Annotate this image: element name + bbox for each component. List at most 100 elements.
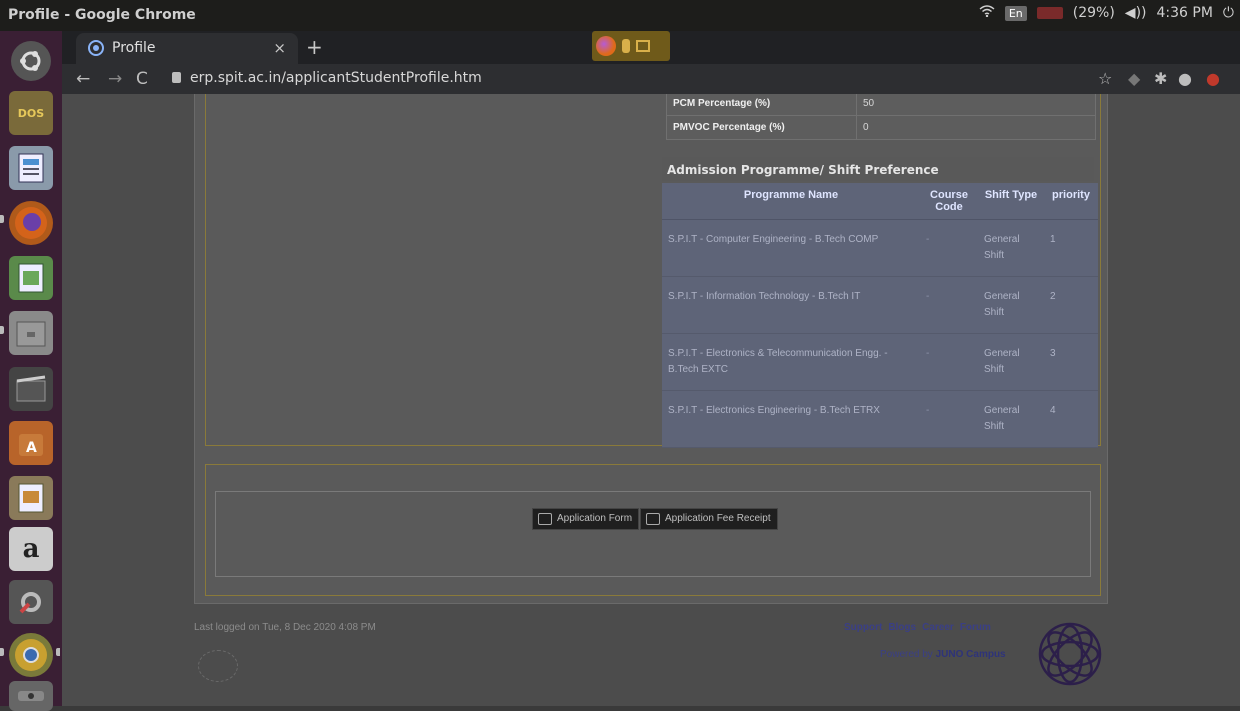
printer-icon — [538, 513, 552, 525]
extensions-puzzle-icon[interactable]: ✱ — [1154, 69, 1167, 88]
programme-preference-table: Programme Name Course Code Shift Type pr… — [662, 183, 1098, 448]
printer-icon — [646, 513, 660, 525]
battery-percentage: (29%) — [1072, 5, 1115, 21]
firefox-icon — [596, 36, 616, 56]
site-favicon-icon — [88, 40, 104, 56]
power-icon[interactable]: ⏻ — [1223, 5, 1234, 21]
programme-name: S.P.I.T - Electronics & Telecommunicatio… — [662, 333, 920, 391]
course-code: - — [920, 219, 978, 277]
course-code: - — [920, 333, 978, 391]
opera-extension-icon[interactable]: ● — [1206, 69, 1220, 88]
browser-tab-strip: Profile × + — [62, 31, 1240, 64]
window-share-icon[interactable] — [636, 40, 650, 52]
footer-links: Support Blogs Career Forum — [844, 622, 991, 633]
profile-avatar-icon[interactable]: ● — [1178, 69, 1192, 88]
drive-icon[interactable] — [9, 681, 53, 711]
microphone-icon[interactable] — [622, 39, 630, 53]
app-launcher: DOS A a — [0, 31, 62, 711]
presentation-icon[interactable] — [9, 476, 53, 520]
table-header-row: Programme Name Course Code Shift Type pr… — [662, 183, 1098, 220]
close-tab-icon[interactable]: × — [273, 39, 286, 57]
table-row: S.P.I.T - Information Technology - B.Tec… — [662, 276, 1098, 334]
marks-table: PCM Percentage (%) 50 PMVOC Percentage (… — [666, 94, 1096, 140]
column-header: Shift Type — [978, 183, 1044, 220]
bookmark-star-icon[interactable]: ☆ — [1098, 69, 1112, 88]
column-header: Programme Name — [662, 183, 920, 220]
firefox-icon[interactable] — [9, 201, 53, 245]
marks-value: 50 — [856, 94, 1096, 116]
system-tray: En (29%) ◀)) 4:36 PM ⏻ — [979, 5, 1234, 21]
shift-type: General Shift — [978, 219, 1044, 277]
last-logged-text: Last logged on Tue, 8 Dec 2020 4:08 PM — [194, 622, 376, 633]
ubuntu-dash-icon[interactable] — [11, 41, 51, 81]
table-row: S.P.I.T - Computer Engineering - B.Tech … — [662, 219, 1098, 277]
institute-logo — [198, 650, 238, 682]
priority: 1 — [1044, 219, 1098, 277]
priority: 2 — [1044, 276, 1098, 334]
video-editor-icon[interactable] — [9, 367, 53, 411]
battery-icon[interactable] — [1036, 7, 1063, 19]
priority: 4 — [1044, 390, 1098, 448]
table-row: PCM Percentage (%) 50 — [666, 94, 1096, 116]
chrome-icon[interactable] — [9, 633, 53, 677]
system-settings-icon[interactable] — [9, 580, 53, 624]
shift-type: General Shift — [978, 333, 1044, 391]
address-bar[interactable]: erp.spit.ac.in/applicantStudentProfile.h… — [172, 67, 1082, 91]
column-header: priority — [1044, 183, 1098, 220]
wifi-icon[interactable] — [979, 5, 995, 21]
button-label: Application Fee Receipt — [665, 513, 771, 524]
support-link[interactable]: Support — [844, 622, 882, 633]
window-title: Profile - Google Chrome — [8, 7, 196, 23]
juno-campus-logo — [1038, 622, 1102, 686]
course-code: - — [920, 276, 978, 334]
clock[interactable]: 4:36 PM — [1157, 5, 1213, 21]
blogs-link[interactable]: Blogs — [888, 622, 916, 633]
keyboard-layout-indicator[interactable]: En — [1004, 5, 1027, 21]
programme-name: S.P.I.T - Computer Engineering - B.Tech … — [662, 219, 920, 277]
table-row: PMVOC Percentage (%) 0 — [666, 115, 1096, 140]
profile-card: PCM Percentage (%) 50 PMVOC Percentage (… — [194, 94, 1108, 604]
powered-brand-link[interactable]: JUNO Campus — [936, 649, 1006, 660]
course-code: - — [920, 390, 978, 448]
amazon-icon[interactable]: a — [9, 527, 53, 571]
boxes-app-icon[interactable]: DOS — [9, 91, 53, 135]
text-editor-icon[interactable] — [9, 146, 53, 190]
system-top-bar: Profile - Google Chrome En (29%) ◀)) 4:3… — [0, 0, 1240, 31]
forum-link[interactable]: Forum — [960, 622, 991, 633]
application-fee-receipt-button[interactable]: Application Fee Receipt — [640, 508, 778, 530]
url-text[interactable]: erp.spit.ac.in/applicantStudentProfile.h… — [190, 70, 482, 86]
powered-by-text: Powered by JUNO Campus — [880, 649, 1006, 660]
shift-type: General Shift — [978, 276, 1044, 334]
new-tab-button[interactable]: + — [306, 35, 323, 59]
table-row: S.P.I.T - Electronics Engineering - B.Te… — [662, 390, 1098, 448]
reload-icon[interactable]: C — [136, 69, 148, 89]
lock-icon[interactable] — [172, 72, 181, 83]
spreadsheet-icon[interactable] — [9, 256, 53, 300]
screen-share-indicator — [592, 31, 670, 61]
preference-section-title: Admission Programme/ Shift Preference — [662, 157, 1094, 181]
career-link[interactable]: Career — [922, 622, 954, 633]
actions-section: Application Form Application Fee Receipt — [205, 464, 1101, 596]
button-label: Application Form — [557, 513, 633, 524]
table-row: S.P.I.T - Electronics & Telecommunicatio… — [662, 333, 1098, 391]
page-content: PCM Percentage (%) 50 PMVOC Percentage (… — [62, 94, 1240, 706]
profile-details-section: PCM Percentage (%) 50 PMVOC Percentage (… — [205, 94, 1101, 448]
priority: 3 — [1044, 333, 1098, 391]
column-header: Course Code — [920, 183, 978, 220]
files-icon[interactable] — [9, 311, 53, 355]
volume-icon[interactable]: ◀)) — [1125, 5, 1147, 21]
back-arrow-icon[interactable]: ← — [76, 69, 90, 89]
software-center-icon[interactable]: A — [9, 421, 53, 465]
forward-arrow-icon[interactable]: → — [108, 69, 122, 89]
programme-name: S.P.I.T - Information Technology - B.Tec… — [662, 276, 920, 334]
svg-text:A: A — [26, 440, 37, 456]
application-form-button[interactable]: Application Form — [532, 508, 640, 530]
marks-value: 0 — [856, 115, 1096, 140]
shift-type: General Shift — [978, 390, 1044, 448]
tab-profile[interactable]: Profile × — [76, 33, 298, 64]
extension-icon[interactable]: ◆ — [1128, 69, 1140, 88]
powered-prefix: Powered by — [880, 649, 933, 660]
marks-label: PMVOC Percentage (%) — [666, 115, 857, 140]
browser-toolbar: ← → C erp.spit.ac.in/applicantStudentPro… — [62, 64, 1240, 94]
actions-panel: Application Form Application Fee Receipt — [215, 491, 1091, 577]
